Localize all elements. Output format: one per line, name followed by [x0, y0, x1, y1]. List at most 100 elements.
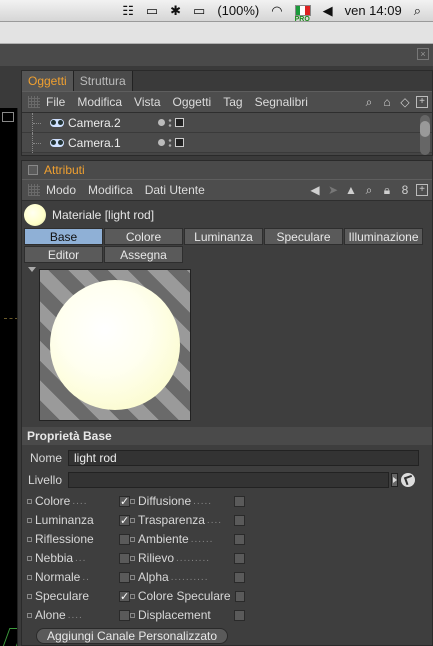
tab-struttura[interactable]: Struttura: [73, 71, 133, 91]
channel-bullet-icon: [27, 593, 32, 599]
volume-icon[interactable]: ◀: [323, 0, 333, 22]
menu-dati-utente[interactable]: Dati Utente: [145, 183, 205, 197]
bluetooth-icon[interactable]: ✱: [170, 0, 181, 22]
level-input[interactable]: [68, 471, 389, 488]
object-name[interactable]: Camera.2: [68, 116, 158, 130]
objects-scroll-thumb[interactable]: [420, 121, 430, 137]
forward-arrow-icon[interactable]: ➤: [326, 183, 340, 197]
visibility-dot-icon[interactable]: [158, 139, 165, 146]
level-picker-icon[interactable]: [401, 472, 415, 487]
camera-tag-icon[interactable]: [175, 118, 184, 127]
menu-oggetti[interactable]: Oggetti: [173, 95, 212, 109]
preview-menu-arrow-icon[interactable]: [28, 267, 36, 272]
channel-checkbox[interactable]: [234, 609, 245, 621]
tab-speculare[interactable]: Speculare: [264, 228, 343, 245]
channel-leader: ....: [67, 609, 83, 621]
channel-item[interactable]: Normale..: [27, 569, 130, 585]
channel-item[interactable]: Alone....: [27, 607, 130, 623]
view-icon[interactable]: ◇: [398, 95, 412, 109]
viewport-edge[interactable]: [0, 108, 18, 646]
clock[interactable]: ven 14:09: [345, 0, 402, 22]
render-dots-icon[interactable]: [168, 137, 172, 148]
new-panel-icon[interactable]: +: [416, 184, 428, 196]
search-icon[interactable]: ⌕: [362, 95, 376, 110]
menu-tag[interactable]: Tag: [223, 95, 242, 109]
channel-checkbox[interactable]: [119, 571, 130, 583]
render-dots-icon[interactable]: [168, 117, 172, 128]
input-flag-icon[interactable]: PRO: [294, 0, 311, 23]
channel-item[interactable]: Displacement: [130, 607, 245, 623]
channel-checkbox[interactable]: ✓: [119, 590, 130, 602]
wifi-icon[interactable]: ◠: [271, 0, 282, 22]
channel-checkbox[interactable]: [234, 552, 245, 564]
grip-icon[interactable]: [28, 96, 40, 108]
channel-leader: ....: [72, 495, 88, 507]
up-arrow-icon[interactable]: ▲: [344, 183, 358, 197]
back-arrow-icon[interactable]: ◀: [308, 183, 322, 197]
channel-item[interactable]: Trasparenza....: [130, 512, 245, 528]
channel-checkbox[interactable]: [234, 533, 245, 545]
display-icon[interactable]: ▭: [146, 0, 158, 22]
channel-label: Riflessione: [35, 532, 94, 546]
menu-vista[interactable]: Vista: [134, 95, 160, 109]
tab-base[interactable]: Base: [24, 228, 103, 245]
channel-checkbox[interactable]: [234, 514, 245, 526]
tab-luminanza[interactable]: Luminanza: [184, 228, 263, 245]
material-preview[interactable]: [39, 269, 191, 421]
channel-checkbox[interactable]: [234, 495, 245, 507]
channel-item[interactable]: Rilievo.........: [130, 550, 245, 566]
channel-item[interactable]: Alpha..........: [130, 569, 245, 585]
menu-modifica[interactable]: Modifica: [77, 95, 122, 109]
channel-checkbox[interactable]: ✓: [119, 514, 130, 526]
link-icon[interactable]: 8: [398, 183, 412, 197]
object-row[interactable]: Camera.2: [22, 112, 432, 133]
panel-header-band: [0, 44, 433, 66]
grip-icon[interactable]: [28, 184, 40, 196]
visibility-dot-icon[interactable]: [158, 119, 165, 126]
menu-modifica[interactable]: Modifica: [88, 183, 133, 197]
channel-item[interactable]: Colore.... ✓: [27, 493, 130, 509]
channel-item[interactable]: Ambiente......: [130, 531, 245, 547]
viewport-icon[interactable]: [2, 112, 14, 122]
camera-tag-icon[interactable]: [175, 138, 184, 147]
channel-checkbox[interactable]: [119, 609, 130, 621]
tab-assegna[interactable]: Assegna: [104, 246, 183, 263]
channel-checkbox[interactable]: [234, 590, 245, 602]
channel-item[interactable]: Speculare ✓: [27, 588, 130, 604]
home-icon[interactable]: ⌂: [380, 95, 394, 109]
menu-modo[interactable]: Modo: [46, 183, 76, 197]
channel-checkbox[interactable]: [234, 571, 245, 583]
spaces-icon[interactable]: ☷: [122, 0, 134, 22]
object-name[interactable]: Camera.1: [68, 136, 158, 150]
spotlight-icon[interactable]: ⌕: [414, 0, 421, 22]
lock-icon[interactable]: 🔒︎: [380, 183, 394, 198]
channel-checkbox[interactable]: [119, 533, 130, 545]
channel-bullet-icon: [27, 536, 32, 542]
menu-segnalibri[interactable]: Segnalibri: [255, 95, 308, 109]
panel-menu-icon[interactable]: [28, 165, 38, 175]
tab-illuminazione[interactable]: Illuminazione: [344, 228, 423, 245]
battery-icon[interactable]: ▭: [193, 0, 205, 22]
channel-bullet-icon: [27, 555, 32, 561]
level-arrow-icon[interactable]: [391, 472, 398, 487]
tab-oggetti[interactable]: Oggetti: [22, 71, 74, 91]
name-input[interactable]: light rod: [68, 449, 419, 466]
channel-label: Alone: [35, 608, 66, 622]
menu-file[interactable]: File: [46, 95, 65, 109]
add-custom-channel-button[interactable]: Aggiungi Canale Personalizzato: [36, 628, 228, 644]
channel-checkbox[interactable]: [119, 552, 130, 564]
search-icon[interactable]: ⌕: [362, 183, 376, 198]
channel-item[interactable]: Nebbia...: [27, 550, 130, 566]
channel-item[interactable]: Luminanza ✓: [27, 512, 130, 528]
object-row[interactable]: Camera.1: [22, 132, 432, 153]
channel-checkbox[interactable]: ✓: [119, 495, 130, 507]
tab-editor[interactable]: Editor: [24, 246, 103, 263]
tab-colore[interactable]: Colore: [104, 228, 183, 245]
close-panel-icon[interactable]: ×: [417, 48, 429, 60]
channel-item[interactable]: Diffusione.....: [130, 493, 245, 509]
channel-item[interactable]: Riflessione: [27, 531, 130, 547]
channel-label: Diffusione: [138, 494, 192, 508]
new-panel-icon[interactable]: +: [416, 96, 428, 108]
channel-item[interactable]: Colore Speculare: [130, 588, 245, 604]
tree-line: [32, 132, 50, 153]
